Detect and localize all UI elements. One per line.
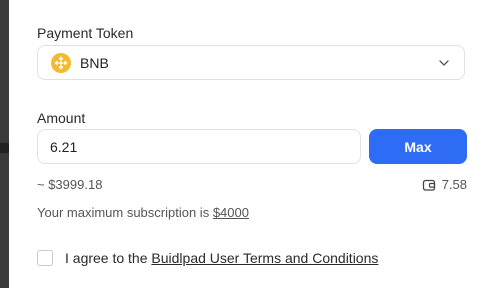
subscription-panel: Payment Token BNB Amount Max ~ $3999.18 …	[9, 0, 489, 288]
terms-checkbox[interactable]	[37, 250, 53, 266]
max-subscription-prefix: Your maximum subscription is	[37, 205, 213, 220]
payment-token-label: Payment Token	[37, 25, 134, 41]
max-subscription-text: Your maximum subscription is $4000	[37, 205, 249, 220]
backdrop-bar	[0, 143, 9, 153]
terms-text: I agree to the Buidlpad User Terms and C…	[65, 250, 378, 266]
token-name: BNB	[80, 55, 109, 71]
amount-input[interactable]	[37, 129, 361, 164]
max-button[interactable]: Max	[369, 129, 467, 164]
usd-estimate: ~ $3999.18	[37, 177, 103, 192]
backdrop	[0, 0, 9, 288]
chevron-down-icon	[439, 60, 449, 66]
bnb-icon	[51, 53, 71, 73]
payment-token-select[interactable]: BNB	[37, 45, 465, 80]
max-subscription-value: $4000	[212, 205, 249, 220]
wallet-balance: 7.58	[422, 177, 467, 192]
terms-prefix: I agree to the	[65, 250, 152, 266]
terms-link[interactable]: Buidlpad User Terms and Conditions	[151, 250, 378, 266]
wallet-balance-value: 7.58	[441, 177, 467, 192]
wallet-icon	[422, 179, 435, 191]
amount-label: Amount	[37, 110, 86, 126]
